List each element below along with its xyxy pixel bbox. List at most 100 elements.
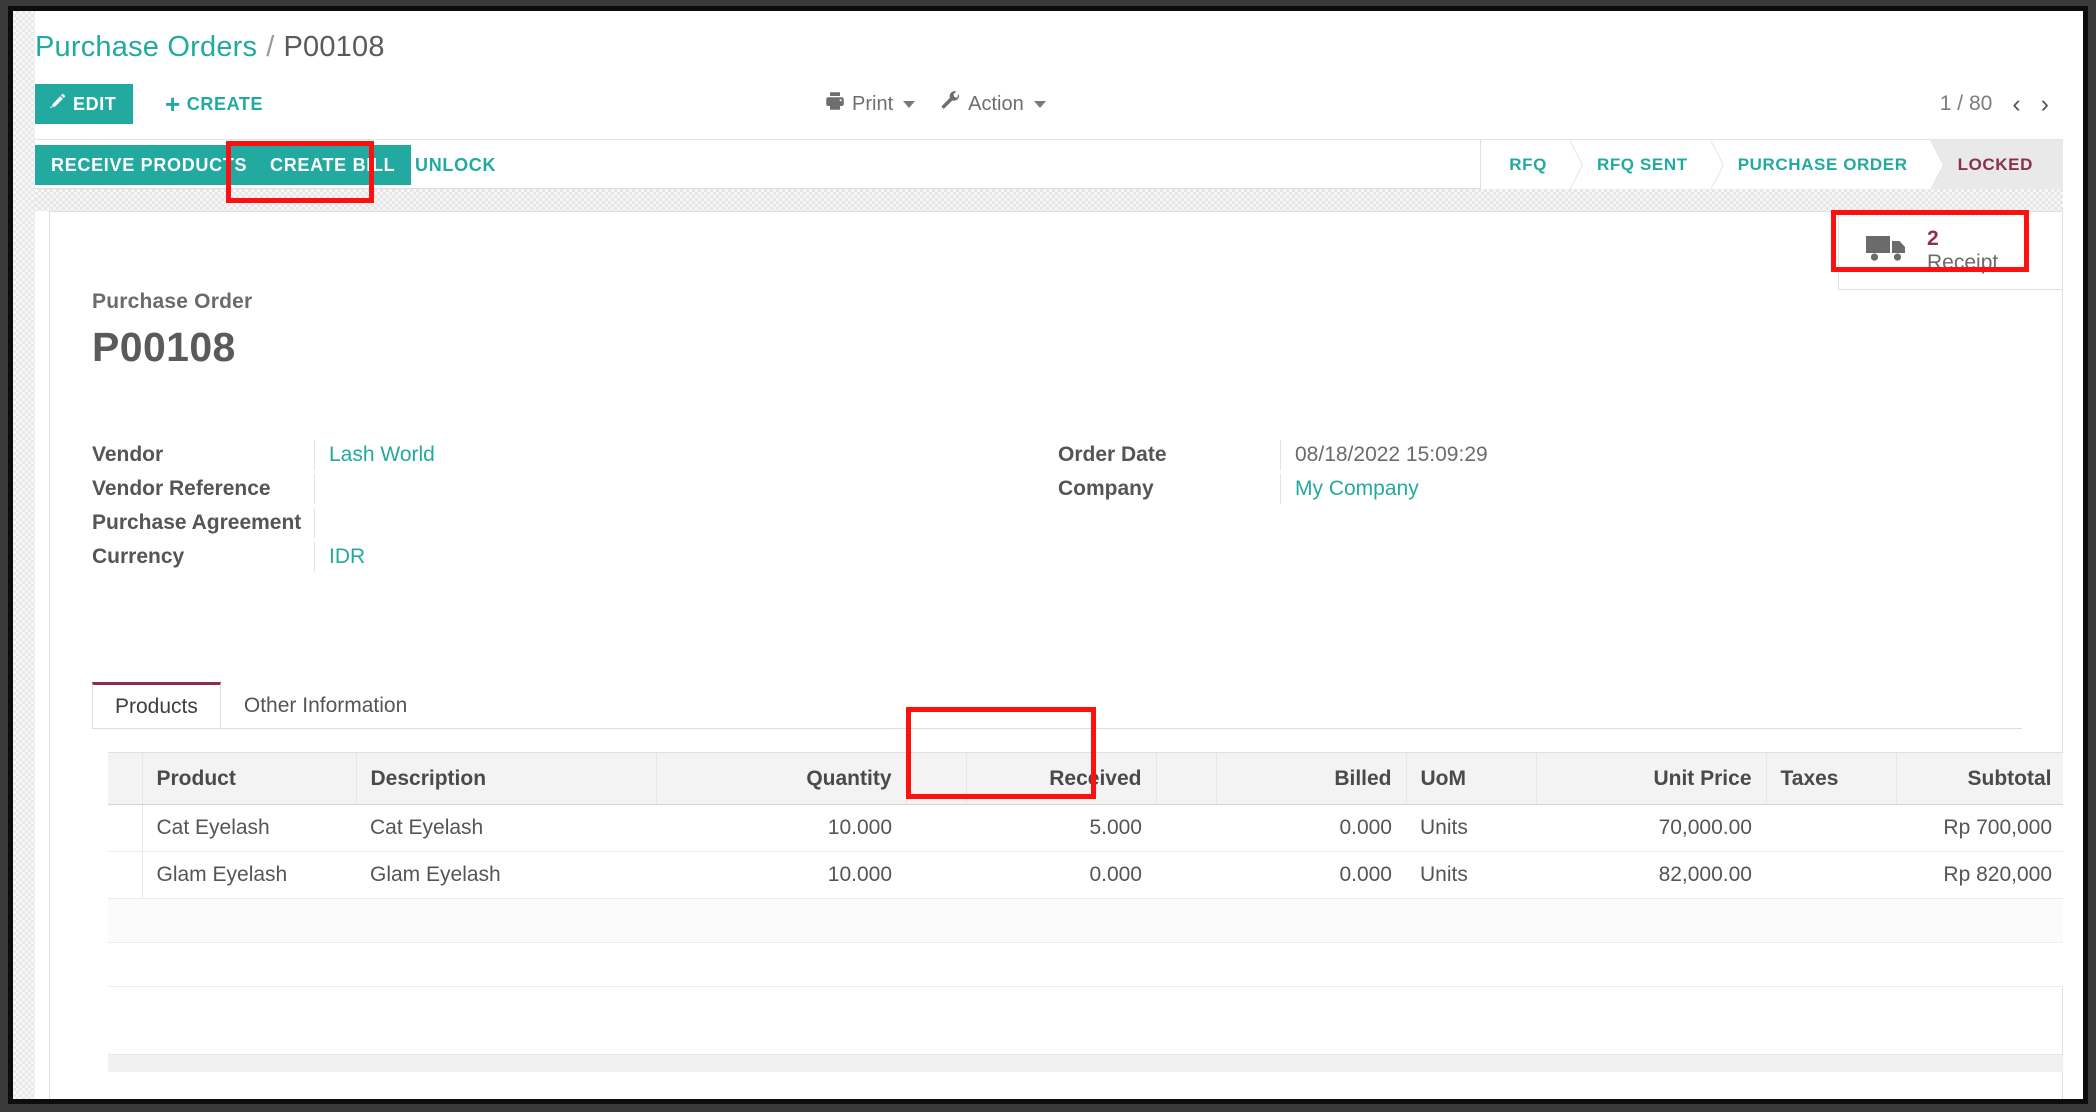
pager-previous-icon[interactable]: ‹ <box>2012 91 2020 117</box>
receive-products-label: RECEIVE PRODUCTS <box>51 154 248 175</box>
order-lines-table: Product Description Quantity Received Bi… <box>108 752 2063 987</box>
receipt-count: 2 <box>1927 226 1939 250</box>
cell-subtotal: Rp 700,000 <box>1896 804 2063 852</box>
col-description[interactable]: Description <box>356 752 657 805</box>
field-vendor: Vendor Lash World <box>92 440 792 474</box>
tab-underline <box>92 728 2022 729</box>
field-currency: Currency IDR <box>92 542 792 576</box>
cell-unit-price: 70,000.00 <box>1536 804 1766 852</box>
cell-quantity: 10.000 <box>656 851 906 899</box>
create-button-label: CREATE <box>186 93 264 114</box>
field-company-label: Company <box>1058 477 1154 500</box>
print-dropdown[interactable]: Print <box>825 91 916 117</box>
field-currency-label: Currency <box>92 545 185 568</box>
field-vendor-label: Vendor <box>92 443 164 466</box>
row-handle-header <box>108 752 143 805</box>
table-row[interactable]: Cat Eyelash Cat Eyelash 10.000 5.000 0.0… <box>108 804 2063 852</box>
stage-purchase-order[interactable]: PURCHASE ORDER <box>1709 140 1944 190</box>
col-quantity[interactable]: Quantity <box>656 752 907 805</box>
record-title-block: Purchase Order P00108 <box>92 290 252 371</box>
chevron-down-icon <box>903 100 916 108</box>
field-vendor-value[interactable]: Lash World <box>314 440 792 470</box>
breadcrumb-root[interactable]: Purchase Orders <box>35 31 257 64</box>
statusbar: RECEIVE PRODUCTS CREATE BILL UNLOCK RFQ … <box>35 139 2063 190</box>
cell-received: 0.000 <box>966 851 1156 899</box>
stage-rfq-sent-label: RFQ SENT <box>1596 155 1688 174</box>
stage-locked[interactable]: LOCKED <box>1929 140 2063 190</box>
stage-purchase-order-label: PURCHASE ORDER <box>1737 155 1908 174</box>
pager-position[interactable]: 1 / 80 <box>1940 92 1993 116</box>
field-vendor-reference-value[interactable] <box>314 474 792 504</box>
tab-other-information-label: Other Information <box>243 693 408 717</box>
col-received[interactable]: Received <box>966 752 1157 805</box>
cell-product: Cat Eyelash <box>142 804 356 852</box>
cell-billed: 0.000 <box>1216 851 1406 899</box>
create-button[interactable]: + CREATE <box>157 84 271 124</box>
pencil-icon <box>49 93 66 115</box>
status-ribbon: RFQ RFQ SENT PURCHASE ORDER LOCKED <box>1480 140 2063 190</box>
cell-quantity: 10.000 <box>656 804 906 852</box>
col-subtotal[interactable]: Subtotal <box>1896 752 2063 805</box>
row-handle[interactable] <box>108 851 143 899</box>
notebook-tabs: Products Other Information <box>92 680 2022 728</box>
stage-locked-label: LOCKED <box>1957 155 2033 174</box>
record-type-label: Purchase Order <box>92 290 253 313</box>
col-billed[interactable]: Billed <box>1216 752 1407 805</box>
tab-products[interactable]: Products <box>92 682 221 728</box>
col-uom[interactable]: UoM <box>1406 752 1537 805</box>
field-currency-value[interactable]: IDR <box>314 542 792 572</box>
receipt-smart-button[interactable]: 2 Receipt <box>1838 212 2062 290</box>
col-spacer-2 <box>1156 752 1217 805</box>
row-handle[interactable] <box>108 804 143 852</box>
cell-spacer-2 <box>1156 804 1216 852</box>
receive-products-button[interactable]: RECEIVE PRODUCTS <box>35 145 264 185</box>
col-taxes[interactable]: Taxes <box>1766 752 1897 805</box>
cell-spacer-1 <box>906 851 966 899</box>
breadcrumb: Purchase Orders / P00108 <box>35 23 385 71</box>
field-vendor-reference-label: Vendor Reference <box>92 477 271 500</box>
cell-taxes <box>1766 851 1896 899</box>
cell-spacer-2 <box>1156 851 1216 899</box>
create-bill-label: CREATE BILL <box>270 154 396 175</box>
truck-icon <box>1865 231 1911 270</box>
create-bill-button[interactable]: CREATE BILL <box>254 145 412 185</box>
left-hatched-rail <box>13 11 35 1099</box>
table-header-row: Product Description Quantity Received Bi… <box>108 752 2063 805</box>
stage-rfq[interactable]: RFQ <box>1481 140 1583 190</box>
cell-spacer-1 <box>906 804 966 852</box>
table-row[interactable]: Glam Eyelash Glam Eyelash 10.000 0.000 0… <box>108 851 2063 899</box>
cell-subtotal: Rp 820,000 <box>1896 851 2063 899</box>
col-unit-price[interactable]: Unit Price <box>1536 752 1767 805</box>
field-purchase-agreement-label: Purchase Agreement <box>92 511 302 534</box>
field-order-date-value[interactable]: 08/18/2022 15:09:29 <box>1280 440 1758 470</box>
print-label: Print <box>852 92 894 115</box>
breadcrumb-current: P00108 <box>283 30 385 63</box>
field-vendor-reference: Vendor Reference <box>92 474 792 508</box>
empty-row <box>108 942 2063 987</box>
receipt-smart-button-text: 2 Receipt <box>1927 227 1998 274</box>
col-spacer-1 <box>906 752 967 805</box>
empty-row-cell <box>108 942 2063 987</box>
cell-uom: Units <box>1406 804 1536 852</box>
stage-rfq-sent[interactable]: RFQ SENT <box>1568 140 1724 190</box>
edit-button[interactable]: EDIT <box>35 84 134 124</box>
field-company-value[interactable]: My Company <box>1280 474 1758 504</box>
cell-billed: 0.000 <box>1216 804 1406 852</box>
field-purchase-agreement-value[interactable] <box>314 508 792 538</box>
tab-other-information[interactable]: Other Information <box>221 682 430 728</box>
stage-rfq-label: RFQ <box>1509 155 1547 174</box>
notebook: Products Other Information <box>92 680 2022 729</box>
col-product[interactable]: Product <box>142 752 357 805</box>
action-dropdown[interactable]: Action <box>941 91 1046 117</box>
printer-icon <box>825 91 845 117</box>
chevron-down-icon <box>1033 100 1046 108</box>
receipt-label: Receipt <box>1927 250 1999 274</box>
field-company: Company My Company <box>1058 474 1758 508</box>
cell-description: Cat Eyelash <box>356 804 656 852</box>
field-order-date-label: Order Date <box>1058 443 1167 466</box>
cell-taxes <box>1766 804 1896 852</box>
pager-next-icon[interactable]: › <box>2041 91 2049 117</box>
cell-received: 5.000 <box>966 804 1156 852</box>
unlock-button[interactable]: UNLOCK <box>405 145 506 185</box>
cell-unit-price: 82,000.00 <box>1536 851 1766 899</box>
